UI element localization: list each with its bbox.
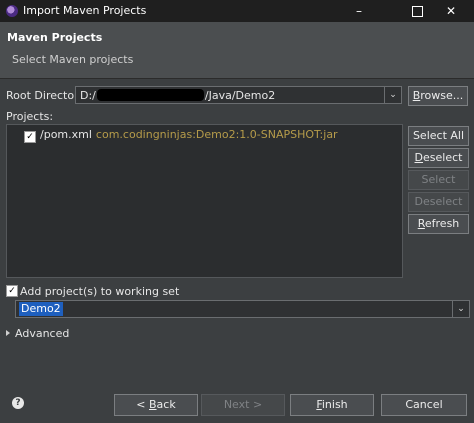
title-bar: Import Maven Projects – ✕ [0,0,474,22]
project-checkbox[interactable]: ✓ [24,131,36,143]
window-title: Import Maven Projects [23,4,147,17]
next-button[interactable]: Next > [201,394,285,416]
help-icon[interactable]: ? [12,397,24,409]
refresh-mnemonic: R [417,217,425,230]
import-maven-dialog: Import Maven Projects – ✕ Maven Projects… [0,0,474,423]
project-name: /pom.xml [40,128,92,141]
browse-button[interactable]: Browse... [408,86,468,106]
back-prefix: < [136,398,149,411]
advanced-label: Advanced [15,327,70,340]
root-directory-value: D:/ /Java/Demo2 [80,89,275,102]
finish-button[interactable]: Finish [290,394,374,416]
eclipse-icon [6,5,18,17]
back-button[interactable]: < Back [114,394,198,416]
working-set-value: Demo2 [19,302,63,316]
refresh-label: efresh [424,217,460,230]
root-directory-suffix: /Java/Demo2 [204,89,276,102]
page-subtitle: Select Maven projects [12,53,134,66]
deselect-tree-button[interactable]: Deselect Tree [408,192,469,226]
expand-triangle-icon [6,330,10,336]
advanced-section-toggle[interactable]: Advanced [6,327,69,340]
working-set-combo[interactable]: Demo2 ⌄ [15,300,470,318]
tree-item[interactable]: ✓ /pom.xml com.codingninjas:Demo2:1.0-SNAP… [24,128,338,143]
working-set-label: Add project(s) to working set [20,285,180,298]
cancel-button[interactable]: Cancel [381,394,467,416]
wizard-header: Maven Projects Select Maven projects [0,22,474,79]
root-directory-prefix: D:/ [80,89,96,102]
projects-label: Projects: [6,110,54,123]
root-directory-combo[interactable]: D:/ /Java/Demo2 ⌄ [75,86,402,104]
redacted-path-segment [96,89,204,101]
select-all-button[interactable]: Select All [408,126,469,146]
close-button[interactable]: ✕ [428,0,474,22]
finish-label: inish [321,398,348,411]
browse-label: rowse... [420,89,464,102]
minimize-button[interactable]: – [336,0,382,22]
back-label: ack [156,398,176,411]
page-title: Maven Projects [7,31,103,44]
maximize-icon [411,6,423,17]
chevron-down-icon[interactable]: ⌄ [452,301,469,317]
back-mnemonic: B [149,398,157,411]
refresh-button[interactable]: Refresh [408,214,469,234]
chevron-down-icon[interactable]: ⌄ [384,87,401,103]
projects-tree[interactable]: ✓ /pom.xml com.codingninjas:Demo2:1.0-SNAP… [6,124,403,278]
select-tree-button[interactable]: Select Tree [408,170,469,204]
working-set-checkbox[interactable]: ✓ [6,285,18,297]
project-artifact: com.codingninjas:Demo2:1.0-SNAPSHOT:jar [95,128,338,141]
deselect-all-mnemonic: D [414,151,424,164]
deselect-all-button[interactable]: Deselect All [408,148,469,182]
